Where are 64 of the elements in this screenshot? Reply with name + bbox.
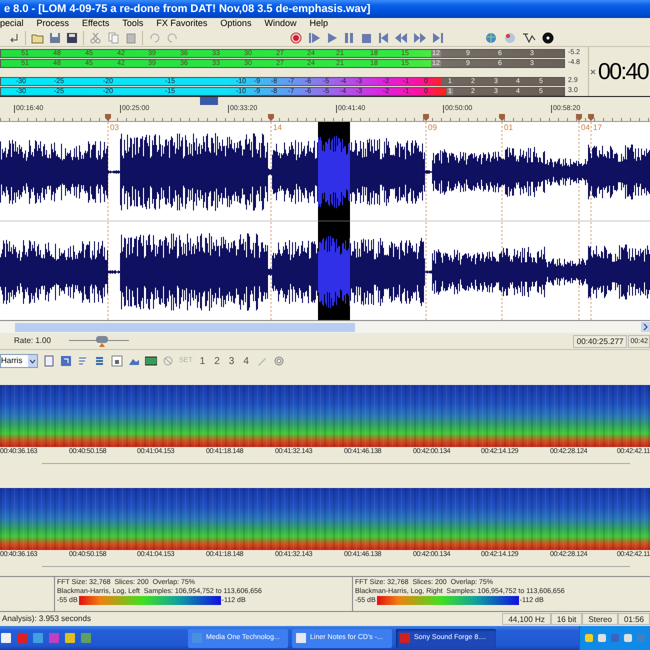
position-field: 00:40:25.277 [572,334,628,348]
marker-icon[interactable] [423,114,429,121]
menu-item[interactable]: FX Favorites [156,19,208,28]
marker-label: 14 [272,123,282,132]
play-icon[interactable] [326,30,338,44]
menu-item[interactable]: Effects [82,19,110,28]
scrollbar-thumb[interactable] [15,323,355,332]
time-display: 00:40 [598,60,648,83]
copy-icon[interactable] [107,30,120,44]
status-field: 01:56 [618,613,650,625]
redo-icon[interactable] [166,30,179,44]
status-field: 44,100 Hz [502,613,551,625]
color-swatch-icon[interactable] [145,355,157,367]
close-icon[interactable] [590,68,596,74]
marker-label: 01 [503,123,513,132]
status-field: 16 bit [550,613,582,625]
arrow-right-icon[interactable] [641,322,650,332]
snapshot-slot-button[interactable]: 3 [226,354,236,368]
menu-item[interactable]: Help [309,19,328,28]
marker-icon[interactable] [268,114,274,121]
overview-thumb[interactable] [200,97,218,105]
document-icon[interactable] [43,355,55,367]
globe-icon[interactable] [484,30,498,44]
pointer-icon [98,343,105,347]
menu-item[interactable]: Options [220,19,252,28]
snapshot-slot-button[interactable]: 2 [212,354,222,368]
window-icon [295,632,307,644]
paste-icon[interactable] [125,30,137,44]
app-icon[interactable] [64,632,76,644]
status-message: Analysis): 3.953 seconds [1,613,91,625]
skip-start-icon[interactable] [377,30,389,44]
snapshot-slot-button[interactable]: 4 [241,354,251,368]
rate-label: Rate: 1.00 [14,335,51,347]
marker-icon[interactable] [105,114,111,121]
snapshot-slot-button[interactable]: 1 [198,354,208,368]
status-field: Stereo [582,613,618,625]
play-looped-icon[interactable] [308,30,321,44]
window-icon [399,632,411,644]
app-icon[interactable] [0,632,12,644]
menu-item[interactable]: Process [36,19,70,28]
marker-label: 03 [109,123,119,132]
undo-icon[interactable] [148,30,161,44]
record-icon[interactable] [289,30,303,44]
marker-icon[interactable] [588,114,594,121]
fast-forward-icon[interactable] [413,30,427,44]
pause-icon[interactable] [343,30,355,44]
cd-icon[interactable] [541,30,555,44]
menu-item[interactable]: Tools [122,19,144,28]
slider-thumb[interactable] [96,336,108,343]
window-function-dropdown[interactable]: Harris [0,354,38,368]
caret-down-icon[interactable] [28,355,37,367]
marker-label: 17 [592,123,602,132]
window-title: e 8.0 - [LOM 4-09-75 a re-done from DAT! Nov,08 3.5 de-emphasis.wav] [4,2,370,17]
no-entry-icon[interactable] [162,355,174,367]
marker-icon[interactable] [576,114,582,121]
marker-icon[interactable] [499,114,505,121]
marker-label: 04 [580,123,590,132]
marker-label: 09 [427,123,437,132]
menu-item[interactable]: pecial [0,19,24,28]
app-icon[interactable] [32,632,44,644]
rewind-icon[interactable] [394,30,408,44]
menu-item[interactable]: Window [264,19,296,28]
scissors-icon[interactable] [89,30,102,44]
skip-end-icon[interactable] [432,30,444,44]
